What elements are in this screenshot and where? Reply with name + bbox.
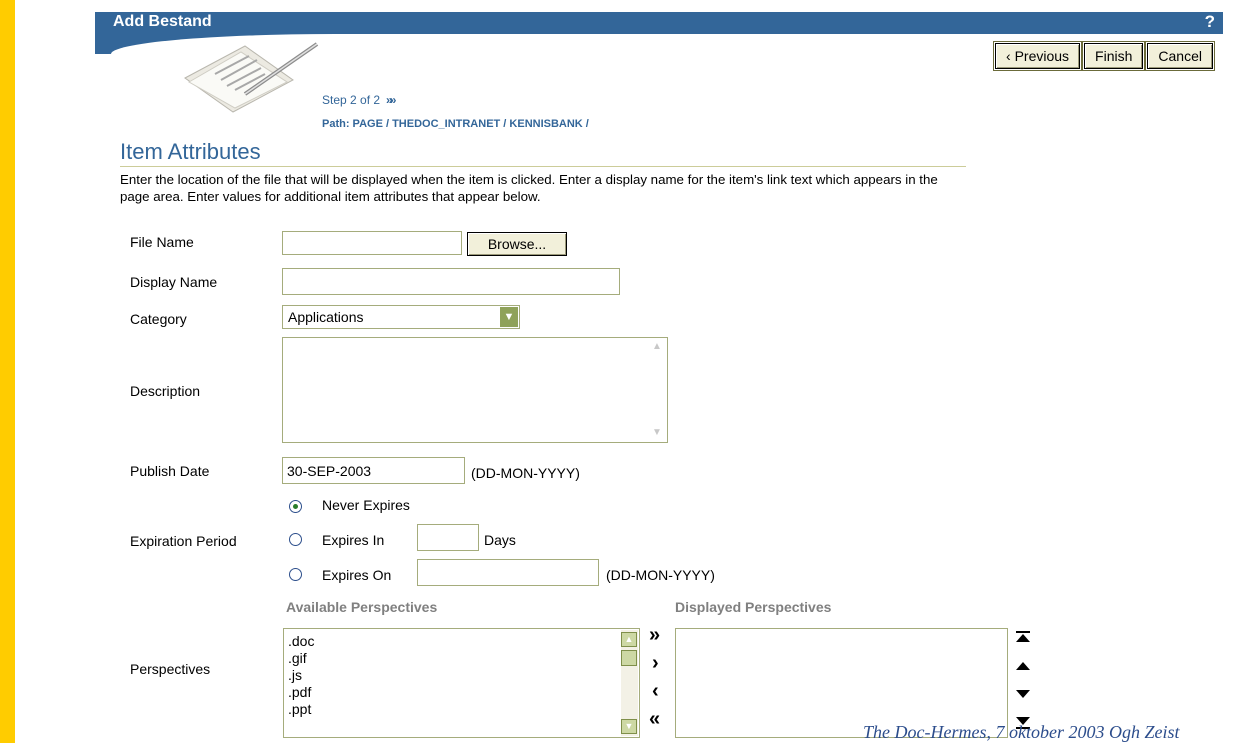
file-name-label: File Name <box>130 234 194 250</box>
publish-date-format-hint: (DD-MON-YYYY) <box>471 465 580 481</box>
wizard-nav: ‹ Previous Finish Cancel <box>993 41 1215 71</box>
description-label: Description <box>130 383 201 399</box>
available-perspectives-list[interactable]: .doc .gif .js .pdf .ppt ▲ ▼ <box>283 628 640 738</box>
scroll-thumb[interactable] <box>621 650 637 666</box>
scroll-down-icon[interactable]: ▼ <box>621 719 637 734</box>
move-all-right-icon[interactable]: » <box>649 624 660 647</box>
expires-on-date-input[interactable] <box>417 559 599 586</box>
breadcrumb: Path: PAGE / THEDOC_INTRANET / KENNISBAN… <box>322 118 589 130</box>
publish-date-input[interactable] <box>282 457 465 484</box>
list-item[interactable]: .gif <box>284 650 639 667</box>
move-all-left-icon[interactable]: « <box>649 708 660 731</box>
description-scrollbar[interactable]: ▲ ▼ <box>649 338 667 442</box>
scroll-down-icon[interactable]: ▼ <box>649 426 665 440</box>
publish-date-label: Publish Date <box>130 463 210 479</box>
expires-on-label: Expires On <box>322 567 392 583</box>
title-bar: Add Bestand ? <box>95 12 1223 34</box>
step-text: Step 2 of 2 <box>322 93 381 107</box>
displayed-perspectives-heading: Displayed Perspectives <box>675 599 832 615</box>
scroll-up-icon[interactable]: ▲ <box>621 632 637 647</box>
available-list-scrollbar[interactable]: ▲ ▼ <box>621 630 638 736</box>
description-textarea[interactable]: ▲ ▼ <box>282 337 668 443</box>
list-item[interactable]: .ppt <box>284 701 639 718</box>
move-right-icon[interactable]: › <box>652 652 659 675</box>
category-selected-value: Applications <box>288 309 364 325</box>
perspectives-label: Perspectives <box>130 661 211 677</box>
browse-button[interactable]: Browse... <box>467 232 567 256</box>
file-name-input[interactable] <box>282 231 462 255</box>
expiration-period-label: Expiration Period <box>130 533 237 549</box>
move-up-icon[interactable] <box>1016 662 1030 670</box>
expires-in-label: Expires In <box>322 532 385 548</box>
category-select[interactable]: Applications ▼ <box>282 305 520 329</box>
finish-button[interactable]: Finish <box>1082 41 1146 71</box>
days-label: Days <box>484 532 516 548</box>
next-step-arrows-icon[interactable]: »» <box>386 93 397 107</box>
footer-caption: The Doc-Hermes, 7 oktober 2003 Ogh Zeist <box>863 722 1180 742</box>
expires-in-days-input[interactable] <box>417 524 479 551</box>
move-down-icon[interactable] <box>1016 690 1030 698</box>
instructions-text: Enter the location of the file that will… <box>120 172 938 204</box>
page-header-title: Add Bestand <box>113 13 212 30</box>
previous-button[interactable]: ‹ Previous <box>993 41 1083 71</box>
expires-on-radio[interactable] <box>289 568 302 581</box>
step-indicator: Step 2 of 2 »» <box>322 93 397 107</box>
never-expires-radio[interactable] <box>289 500 302 513</box>
display-name-label: Display Name <box>130 274 218 290</box>
list-item[interactable]: .pdf <box>284 684 639 701</box>
category-label: Category <box>130 311 187 327</box>
help-icon[interactable]: ? <box>1205 12 1215 32</box>
document-pen-illustration <box>184 42 319 113</box>
scroll-up-icon[interactable]: ▲ <box>649 340 665 354</box>
move-left-icon[interactable]: ‹ <box>652 680 659 703</box>
list-item[interactable]: .js <box>284 667 639 684</box>
list-item[interactable]: .doc <box>284 633 639 650</box>
cancel-button[interactable]: Cancel <box>1145 41 1215 71</box>
expires-on-format-hint: (DD-MON-YYYY) <box>606 567 715 583</box>
never-expires-label: Never Expires <box>322 497 410 513</box>
display-name-input[interactable] <box>282 268 620 295</box>
expires-in-radio[interactable] <box>289 533 302 546</box>
page: Add Bestand ? ‹ Previous Finish Cancel S… <box>15 0 1243 743</box>
section-title: Item Attributes <box>120 139 966 167</box>
move-top-icon[interactable] <box>1016 631 1030 642</box>
chevron-down-icon[interactable]: ▼ <box>500 307 518 327</box>
available-perspectives-heading: Available Perspectives <box>286 599 438 615</box>
